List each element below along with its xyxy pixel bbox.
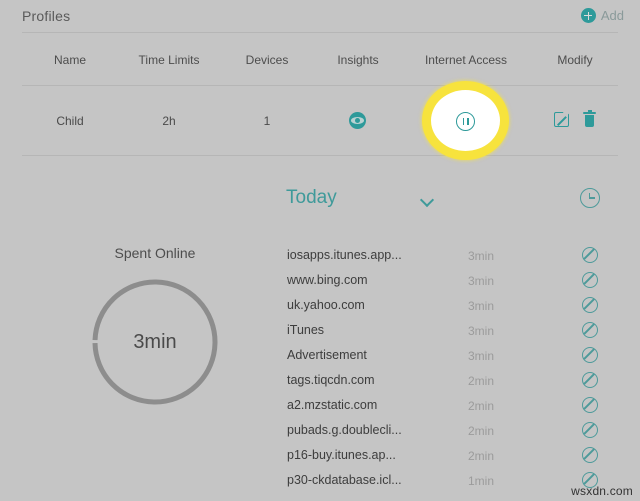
- site-name: p30-ckdatabase.icl...: [287, 473, 402, 487]
- site-time: 2min: [468, 449, 495, 463]
- block-icon[interactable]: [582, 247, 598, 263]
- spent-online-title: Spent Online: [114, 245, 196, 261]
- eye-icon[interactable]: [349, 112, 366, 129]
- site-name: a2.mzstatic.com: [287, 398, 378, 412]
- column-header-insights: Insights: [337, 53, 379, 67]
- block-icon[interactable]: [582, 447, 598, 463]
- list-item: uk.yahoo.com 3min: [287, 295, 640, 320]
- divider-row: [22, 155, 618, 156]
- site-name: pubads.g.doublecli...: [287, 423, 402, 437]
- cell-devices-count: 1: [263, 114, 271, 128]
- site-name: www.bing.com: [287, 273, 368, 287]
- page-title: Profiles: [22, 8, 71, 24]
- cell-time-limits: 2h: [162, 114, 176, 128]
- column-header-name: Name: [53, 53, 86, 67]
- spent-online-value: 3min: [133, 330, 177, 353]
- list-item: Advertisement 3min: [287, 345, 640, 370]
- watermark: wsxdn.com: [571, 484, 633, 498]
- column-header-modify: Modify: [557, 53, 593, 67]
- block-icon[interactable]: [582, 397, 598, 413]
- trash-can: [584, 115, 595, 128]
- site-time: 3min: [468, 249, 495, 263]
- period-selector-label[interactable]: Today: [286, 187, 337, 209]
- site-name: uk.yahoo.com: [287, 298, 365, 312]
- list-item: a2.mzstatic.com 2min: [287, 395, 640, 420]
- list-item: pubads.g.doublecli... 2min: [287, 420, 640, 445]
- column-header-internet-access: Internet Access: [424, 53, 508, 67]
- chevron-down-icon[interactable]: [421, 194, 434, 207]
- site-time: 3min: [468, 349, 495, 363]
- site-name: tags.tiqcdn.com: [287, 373, 375, 387]
- site-time: 3min: [468, 324, 495, 338]
- block-icon[interactable]: [582, 272, 598, 288]
- block-icon[interactable]: [582, 422, 598, 438]
- clock-icon[interactable]: [580, 188, 600, 208]
- add-profile-button[interactable]: Add: [580, 8, 624, 23]
- site-time: 2min: [468, 424, 495, 438]
- site-time: 2min: [468, 374, 495, 388]
- list-item: iTunes 3min: [287, 320, 640, 345]
- block-icon[interactable]: [582, 372, 598, 388]
- block-icon[interactable]: [582, 322, 598, 338]
- site-name: iTunes: [287, 323, 325, 337]
- site-time: 3min: [468, 299, 495, 313]
- column-header-time-limits: Time Limits: [138, 53, 200, 67]
- site-name: Advertisement: [287, 348, 367, 362]
- spent-online-donut: 3min: [90, 277, 220, 407]
- divider-header: [22, 85, 618, 86]
- trash-lid: [583, 112, 596, 115]
- block-icon[interactable]: [582, 347, 598, 363]
- add-profile-label: Add: [600, 8, 624, 23]
- divider-top: [22, 32, 618, 33]
- site-time: 1min: [468, 474, 495, 488]
- list-item: p16-buy.itunes.ap... 2min: [287, 445, 640, 470]
- site-usage-list: iosapps.itunes.app... 3min www.bing.com 3mi…: [287, 245, 640, 495]
- cell-profile-name: Child: [56, 114, 84, 128]
- site-time: 3min: [468, 274, 495, 288]
- site-name: p16-buy.itunes.ap...: [287, 448, 396, 462]
- list-item: tags.tiqcdn.com 2min: [287, 370, 640, 395]
- site-name: iosapps.itunes.app...: [287, 248, 402, 262]
- clock-hand-minute: [589, 197, 595, 200]
- list-item: iosapps.itunes.app... 3min: [287, 245, 640, 270]
- list-item: www.bing.com 3min: [287, 270, 640, 295]
- pause-icon[interactable]: [456, 112, 475, 131]
- column-header-devices: Devices: [245, 53, 289, 67]
- block-icon[interactable]: [582, 297, 598, 313]
- plus-circle-icon: [580, 8, 596, 23]
- edit-icon[interactable]: [554, 112, 569, 127]
- site-time: 2min: [468, 399, 495, 413]
- profiles-screen: Profiles Add Name Time Limits Devices In…: [0, 0, 640, 501]
- trash-icon[interactable]: [583, 110, 596, 128]
